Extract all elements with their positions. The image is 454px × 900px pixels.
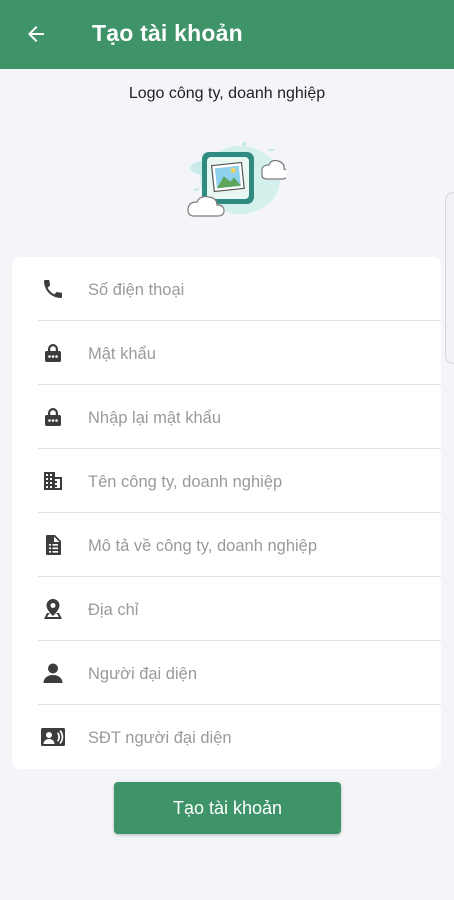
create-account-button[interactable]: Tạo tài khoản (114, 782, 341, 834)
location-pin-icon (40, 596, 66, 622)
app-bar: Tạo tài khoản (0, 0, 454, 69)
building-icon (40, 468, 66, 494)
representative-phone-field[interactable] (24, 705, 441, 769)
confirm-password-field[interactable] (24, 385, 441, 449)
contact-card-icon (40, 724, 66, 750)
page-title: Tạo tài khoản (92, 20, 243, 46)
representative-phone-input[interactable] (88, 728, 441, 748)
representative-input[interactable] (88, 664, 441, 684)
phone-icon (40, 276, 66, 302)
address-input[interactable] (88, 600, 441, 620)
registration-form (12, 257, 441, 769)
back-button[interactable] (20, 18, 52, 50)
person-icon (40, 660, 66, 686)
phone-field[interactable] (24, 257, 441, 321)
phone-input[interactable] (88, 280, 441, 300)
logo-caption: Logo công ty, doanh nghiệp (128, 85, 326, 102)
company-description-input[interactable] (88, 536, 441, 556)
logo-upload-button[interactable] (182, 128, 289, 228)
password-input[interactable] (88, 344, 441, 364)
company-name-input[interactable] (88, 472, 441, 492)
password-field[interactable] (24, 321, 441, 385)
arrow-left-icon (28, 26, 44, 42)
confirm-password-input[interactable] (88, 408, 441, 428)
representative-field[interactable] (24, 641, 441, 705)
address-field[interactable] (24, 577, 441, 641)
image-placeholder-icon (187, 141, 289, 217)
scroll-indicator[interactable] (445, 192, 454, 364)
lock-icon (40, 404, 66, 430)
company-description-field[interactable] (24, 513, 441, 577)
company-name-field[interactable] (24, 449, 441, 513)
lock-icon (40, 340, 66, 366)
document-icon (40, 532, 66, 558)
